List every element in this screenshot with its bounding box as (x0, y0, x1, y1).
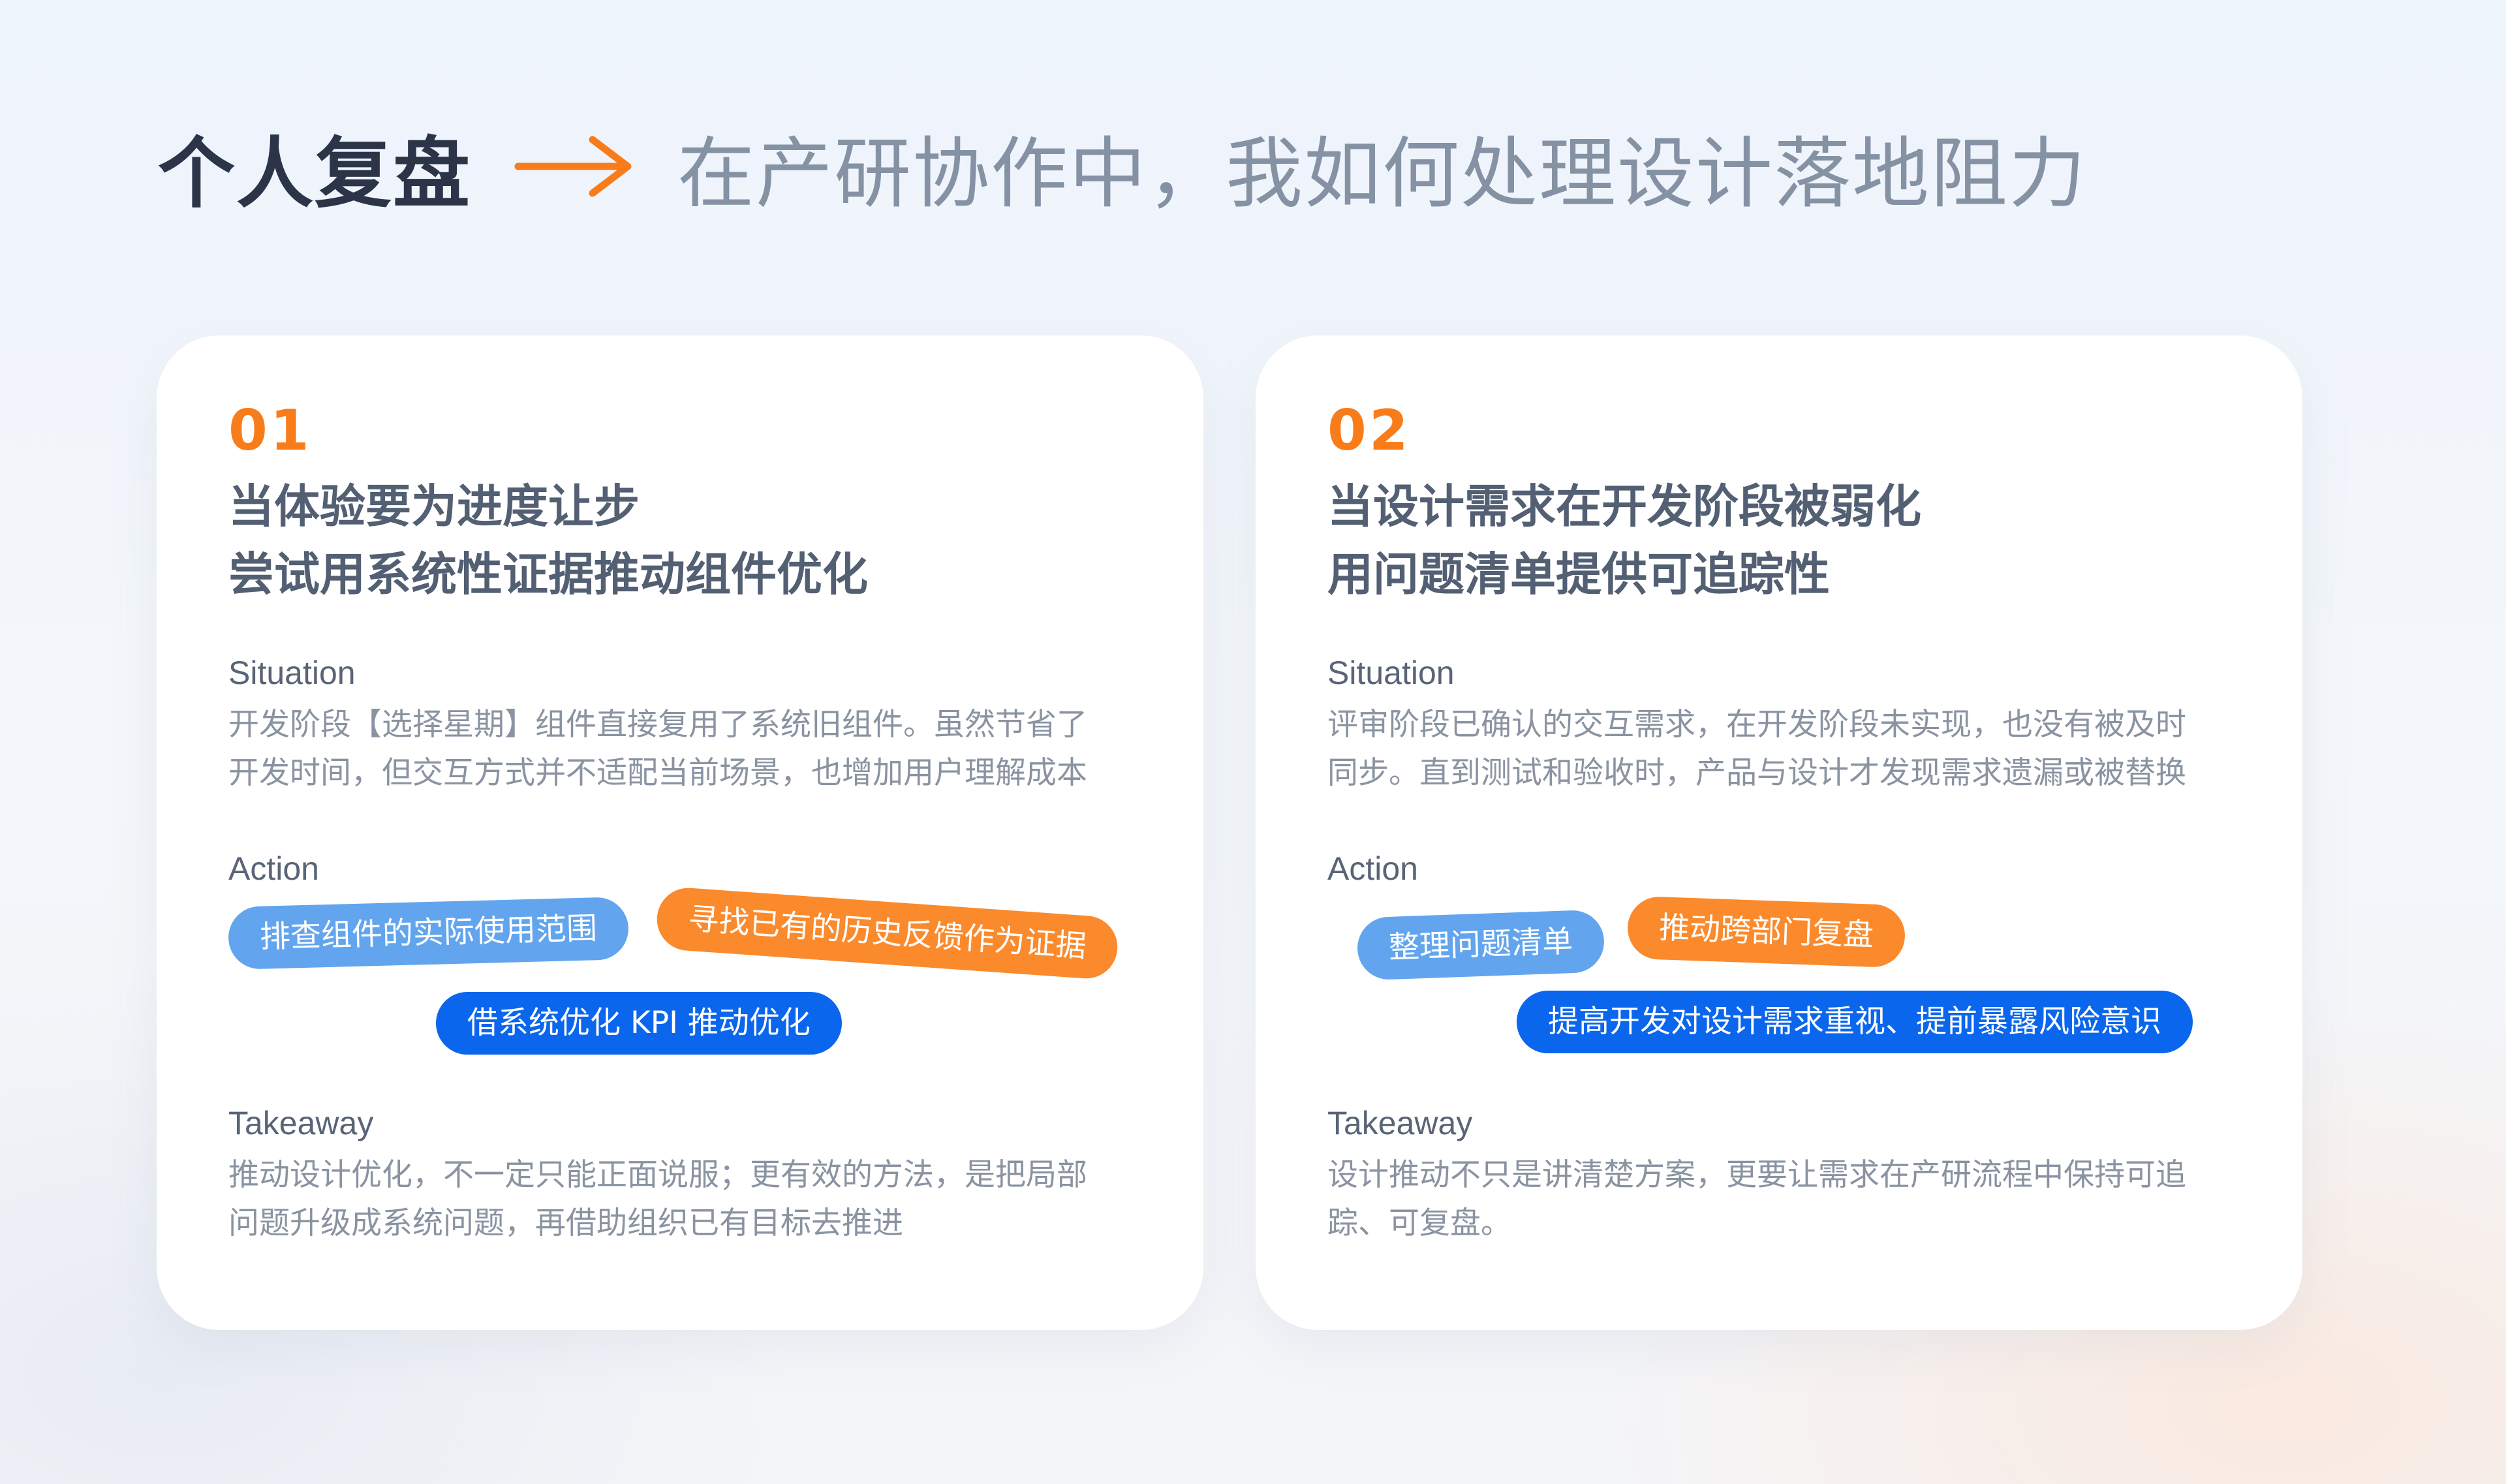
card-heading-line-2: 尝试用系统性证据推动组件优化 (228, 548, 868, 601)
page-title: 个人复盘 (158, 128, 472, 219)
takeaway-line-2: 问题升级成系统问题，再借助组织已有目标去推进 (228, 1205, 903, 1241)
situation-label: Situation (1327, 655, 1455, 691)
takeaway-label: Takeaway (1327, 1105, 1473, 1141)
action-tag-2: 寻找已有的历史反馈作为证据 (655, 886, 1120, 981)
action-label: Action (1327, 850, 1418, 887)
card-number: 02 (1327, 398, 1411, 463)
situation-line-1: 评审阶段已确认的交互需求，在开发阶段未实现，也没有被及时 (1327, 707, 2186, 743)
page-subtitle: 在产研协作中，我如何处理设计落地阻力 (677, 128, 2088, 219)
situation-line-2: 同步。直到测试和验收时，产品与设计才发现需求遗漏或被替换 (1327, 755, 2186, 791)
takeaway-text: 设计推动不只是讲清楚方案，更要让需求在产研流程中保持可追 踪、可复盘。 (1327, 1151, 2241, 1248)
situation-line-2: 开发时间，但交互方式并不适配当前场景，也增加用户理解成本 (228, 755, 1087, 791)
takeaway-line-2: 踪、可复盘。 (1327, 1205, 1511, 1241)
action-tag-2: 推动跨部门复盘 (1626, 895, 1906, 968)
situation-text: 开发阶段【选择星期】组件直接复用了系统旧组件。虽然节省了 开发时间，但交互方式并… (228, 701, 1142, 797)
takeaway-line-1: 推动设计优化，不一定只能正面说服；更有效的方法，是把局部 (228, 1157, 1087, 1193)
takeaway-text: 推动设计优化，不一定只能正面说服；更有效的方法，是把局部 问题升级成系统问题，再… (228, 1151, 1142, 1248)
card-heading-line-1: 当体验要为进度让步 (228, 480, 640, 533)
takeaway-line-1: 设计推动不只是讲清楚方案，更要让需求在产研流程中保持可追 (1327, 1157, 2186, 1193)
review-card-2: 02 当设计需求在开发阶段被弱化 用问题清单提供可追踪性 Situation 评… (1256, 335, 2302, 1330)
review-card-1: 01 当体验要为进度让步 尝试用系统性证据推动组件优化 Situation 开发… (157, 335, 1203, 1330)
card-heading-line-1: 当设计需求在开发阶段被弱化 (1327, 480, 1921, 533)
action-tag-1: 排查组件的实际使用范围 (227, 896, 630, 970)
situation-line-1: 开发阶段【选择星期】组件直接复用了系统旧组件。虽然节省了 (228, 707, 1087, 743)
action-label: Action (228, 850, 319, 887)
action-tag-1: 整理问题清单 (1356, 909, 1605, 981)
page-header: 个人复盘 在产研协作中，我如何处理设计落地阻力 (158, 117, 2087, 219)
situation-label: Situation (228, 655, 356, 691)
card-number: 01 (228, 398, 312, 463)
action-tag-3: 提高开发对设计需求重视、提前暴露风险意识 (1517, 991, 2193, 1053)
action-tag-3: 借系统优化 KPI 推动优化 (436, 992, 842, 1055)
card-heading: 当体验要为进度让步 尝试用系统性证据推动组件优化 (228, 472, 868, 608)
situation-text: 评审阶段已确认的交互需求，在开发阶段未实现，也没有被及时 同步。直到测试和验收时… (1327, 701, 2241, 797)
card-heading-line-2: 用问题清单提供可追踪性 (1327, 548, 1830, 601)
takeaway-label: Takeaway (228, 1105, 374, 1141)
arrow-right-icon (514, 136, 632, 197)
card-heading: 当设计需求在开发阶段被弱化 用问题清单提供可追踪性 (1327, 472, 1921, 608)
